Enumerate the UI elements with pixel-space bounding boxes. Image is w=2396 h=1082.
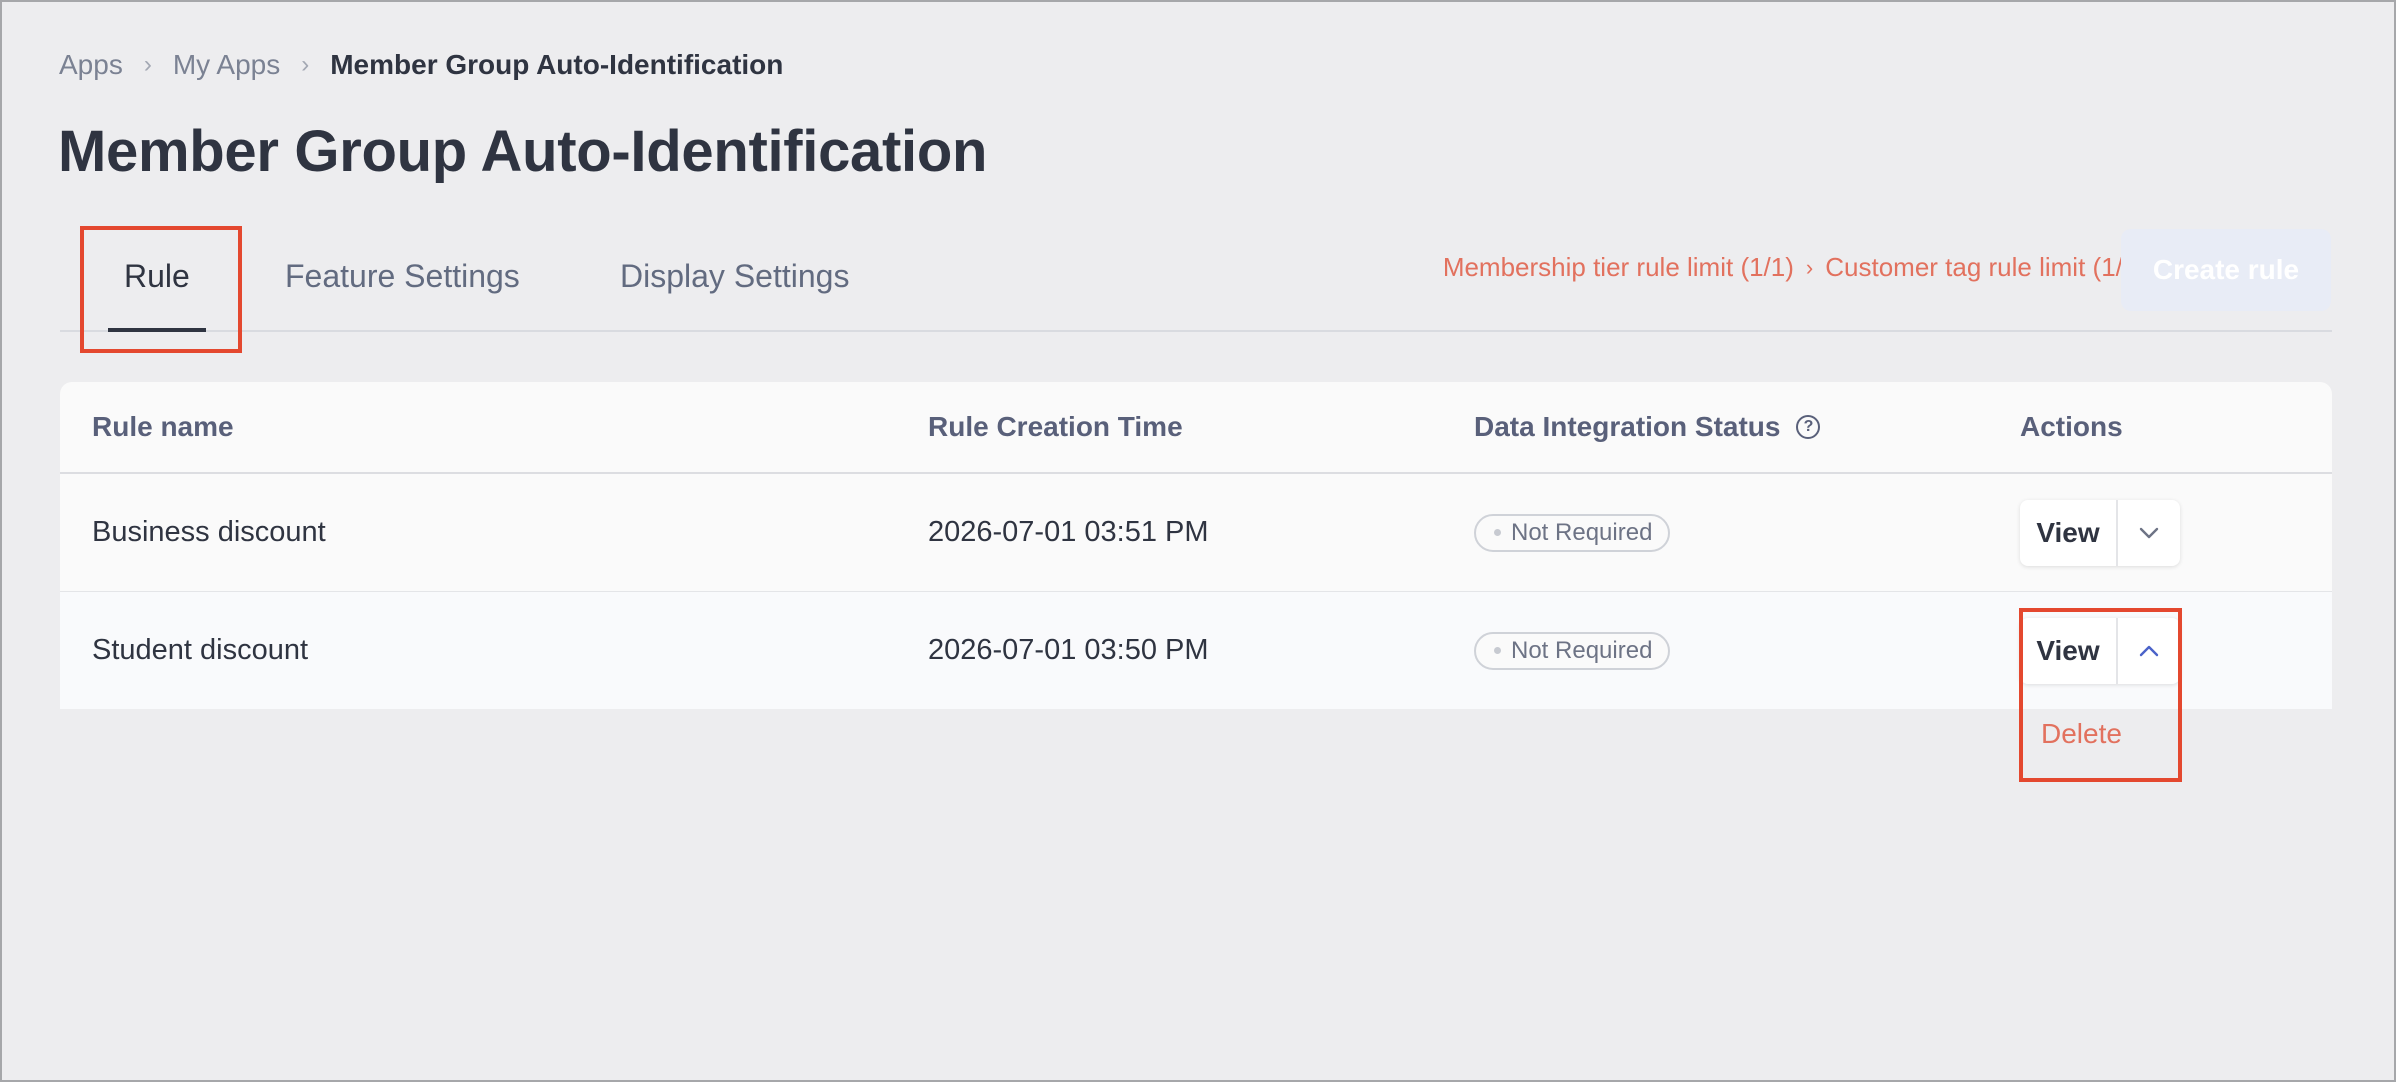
- breadcrumb-apps[interactable]: Apps: [59, 49, 123, 81]
- status-badge: Not Required: [1474, 513, 1671, 552]
- view-button[interactable]: View: [2020, 499, 2118, 566]
- table-row: Business discount 2026-07-01 03:51 PM No…: [60, 474, 2332, 591]
- help-icon[interactable]: ?: [1796, 415, 1821, 439]
- table-row: Student discount 2026-07-01 03:50 PM Not…: [60, 591, 2332, 709]
- chevron-down-icon: [2139, 527, 2159, 538]
- delete-menu-item[interactable]: Delete: [2021, 702, 2179, 766]
- tab-feature-settings-label: Feature Settings: [285, 258, 520, 294]
- header-creation-time: Rule Creation Time: [928, 411, 1183, 442]
- tab-display-settings-label: Display Settings: [620, 258, 850, 294]
- status-dot-icon: [1494, 647, 1501, 654]
- customer-tag-limit: Customer tag rule limit (1/1): [1825, 252, 2146, 282]
- rules-table: Rule name Rule Creation Time Data Integr…: [60, 382, 2332, 709]
- tab-feature-settings[interactable]: Feature Settings: [285, 248, 520, 330]
- status-cell: Not Required: [1474, 592, 1671, 709]
- view-button[interactable]: View: [2020, 617, 2118, 684]
- creation-time-cell: 2026-07-01 03:51 PM: [928, 516, 1209, 548]
- header-integration-status-label: Data Integration Status: [1474, 411, 1781, 442]
- chevron-up-icon: [2139, 645, 2159, 656]
- page-title: Member Group Auto-Identification: [58, 119, 988, 184]
- status-badge-label: Not Required: [1511, 518, 1653, 546]
- tab-bar: Rule Feature Settings Display Settings: [60, 258, 2332, 332]
- status-badge-label: Not Required: [1511, 636, 1653, 664]
- breadcrumb: Apps › My Apps › Member Group Auto-Ident…: [59, 48, 783, 82]
- more-actions-toggle[interactable]: [2118, 618, 2180, 684]
- breadcrumb-current: Member Group Auto-Identification: [330, 49, 784, 80]
- tab-rule-label: Rule: [124, 258, 190, 294]
- create-rule-button[interactable]: Create rule: [2121, 229, 2331, 311]
- header-integration-status: Data Integration Status ?: [1474, 382, 1821, 472]
- actions-cell: View: [2020, 474, 2180, 591]
- chevron-right-icon: ›: [1805, 254, 1814, 280]
- table-header: Rule name Rule Creation Time Data Integr…: [60, 382, 2332, 474]
- status-dot-icon: [1494, 529, 1501, 536]
- rule-name-cell: Student discount: [92, 634, 309, 666]
- creation-time-cell: 2026-07-01 03:50 PM: [928, 634, 1209, 666]
- status-cell: Not Required: [1474, 474, 1671, 591]
- tab-display-settings[interactable]: Display Settings: [620, 248, 849, 330]
- rule-name-cell: Business discount: [92, 516, 326, 548]
- rule-limits: Membership tier rule limit (1/1) › Custo…: [1443, 252, 2146, 283]
- status-badge: Not Required: [1474, 631, 1671, 670]
- chevron-right-icon: ›: [301, 51, 310, 78]
- chevron-right-icon: ›: [143, 51, 152, 78]
- view-split-button: View: [2020, 617, 2180, 684]
- more-actions-toggle[interactable]: [2118, 500, 2180, 566]
- actions-cell: View: [2020, 592, 2180, 709]
- membership-tier-limit: Membership tier rule limit (1/1): [1442, 252, 1794, 282]
- view-split-button: View: [2020, 499, 2180, 566]
- tab-rule[interactable]: Rule: [108, 248, 206, 332]
- header-rule-name: Rule name: [92, 411, 234, 442]
- header-actions: Actions: [2020, 411, 2123, 442]
- breadcrumb-my-apps[interactable]: My Apps: [173, 49, 280, 81]
